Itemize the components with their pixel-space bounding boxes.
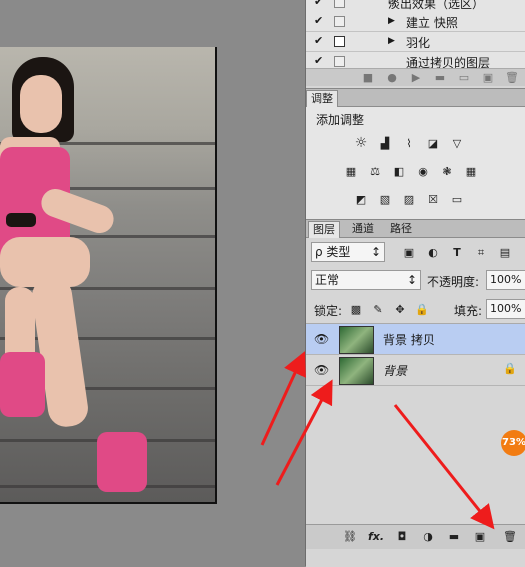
check-icon[interactable]: ✔	[314, 54, 323, 67]
shape-filter-icon[interactable]: ⌗	[473, 246, 489, 259]
lock-all-icon[interactable]: 🔒	[414, 303, 430, 316]
channel-mixer-icon[interactable]: ❃	[439, 165, 455, 178]
history-row[interactable]: ✔ ▶ 羽化	[306, 32, 525, 52]
color-lookup-icon[interactable]: ▦	[463, 165, 479, 178]
layer-row-background[interactable]: 👁 背景 🔒	[306, 355, 525, 386]
fill-input[interactable]: 100%	[486, 299, 525, 319]
adjust-title: 添加调整	[316, 113, 365, 127]
lock-position-icon[interactable]: ✥	[392, 303, 408, 316]
circle-icon[interactable]: ●	[384, 71, 400, 84]
levels-icon[interactable]: ▟	[377, 137, 393, 150]
lock-transparent-icon[interactable]: ▩	[348, 303, 364, 316]
selective-color-icon[interactable]: ☒	[425, 193, 441, 206]
photo-image	[0, 47, 217, 504]
threshold-icon[interactable]: ▨	[401, 193, 417, 206]
adjustment-filter-icon[interactable]: ◐	[425, 246, 441, 259]
check-icon[interactable]: ✔	[314, 0, 323, 8]
square-icon[interactable]: ■	[360, 71, 376, 84]
color-balance-icon[interactable]: ⚖	[367, 165, 383, 178]
visibility-eye-icon[interactable]: 👁	[314, 332, 329, 346]
history-label: 羽化	[406, 36, 431, 50]
layers-panel: 图层 通道 路径 ρ 类型 ↕ ▣ ◐ T ⌗ ▤ 正常 ↕ 不透明度: 100…	[306, 219, 525, 567]
layer-name[interactable]: 背景 拷贝	[383, 331, 435, 348]
history-toolbar: ■ ● ▶ ▬ ▭ ▣ 🗑	[306, 68, 525, 86]
pixel-filter-icon[interactable]: ▣	[401, 246, 417, 259]
lock-paint-icon[interactable]: ✎	[370, 303, 386, 316]
toggle-dialog-box[interactable]	[334, 16, 345, 27]
layer-row-background-copy[interactable]: 👁 背景 拷贝	[306, 324, 525, 355]
link-icon[interactable]: ⛓	[342, 530, 358, 543]
group-icon[interactable]: ▬	[446, 530, 462, 543]
chevron-updown-icon: ↕	[370, 245, 381, 259]
document-canvas[interactable]	[0, 0, 305, 566]
lock-label: 锁定:	[314, 304, 343, 318]
layers-footer: ⛓ fx. ◘ ◑ ▬ ▣ 🗑	[306, 524, 525, 549]
layer-filter-select[interactable]: ρ 类型 ↕	[311, 242, 385, 262]
toggle-dialog-box[interactable]	[334, 36, 345, 47]
fill-label: 填充:	[454, 304, 483, 318]
smart-object-filter-icon[interactable]: ▤	[497, 246, 513, 259]
history-row[interactable]: ✔ ▶ 建立 快照	[306, 12, 525, 32]
brightness-icon[interactable]: ☼	[353, 136, 369, 150]
toggle-dialog-box[interactable]	[334, 0, 345, 8]
mask-icon[interactable]: ◘	[394, 530, 410, 543]
check-icon[interactable]: ✔	[314, 14, 323, 27]
visibility-eye-icon[interactable]: 👁	[314, 363, 329, 377]
blend-mode-select[interactable]: 正常 ↕	[311, 270, 421, 290]
new-folder-icon[interactable]: ▭	[456, 71, 472, 84]
blend-mode-value: 正常	[315, 273, 340, 287]
history-label: 建立 快照	[406, 16, 458, 30]
gradient-map-icon[interactable]: ▭	[449, 193, 465, 206]
invert-icon[interactable]: ◩	[353, 193, 369, 206]
expand-arrow-icon[interactable]: ▶	[388, 16, 395, 26]
chevron-updown-icon: ↕	[406, 273, 417, 287]
opacity-input[interactable]: 100%	[486, 270, 525, 290]
trash-icon[interactable]: 🗑	[504, 71, 520, 84]
vibrance-icon[interactable]: ▽	[449, 137, 465, 150]
play-icon[interactable]: ▶	[408, 71, 424, 84]
curves-icon[interactable]: ⌇	[401, 137, 417, 150]
new-layer-icon[interactable]: ▣	[472, 530, 488, 543]
opacity-label: 不透明度:	[427, 275, 480, 289]
lock-icon: 🔒	[503, 362, 517, 375]
layer-thumbnail	[339, 357, 374, 385]
layer-list: 👁 背景 拷贝 👁 背景 🔒 73%	[306, 323, 525, 524]
check-icon[interactable]: ✔	[314, 34, 323, 47]
new-snapshot-icon[interactable]: ▣	[480, 71, 496, 84]
adjustment-icon[interactable]: ◑	[420, 530, 436, 543]
black-white-icon[interactable]: ◧	[391, 165, 407, 178]
tab-adjustments[interactable]: 调整	[306, 90, 338, 107]
type-filter-icon[interactable]: T	[449, 246, 465, 259]
adjustments-panel: 调整 添加调整 ☼ ▟ ⌇ ◪ ▽ ▦ ⚖ ◧ ◉ ❃ ▦ ◩ ▧ ▨ ☒ ▭	[306, 88, 525, 219]
hue-saturation-icon[interactable]: ▦	[343, 165, 359, 178]
exposure-icon[interactable]: ◪	[425, 137, 441, 150]
progress-badge: 73%	[501, 430, 525, 456]
expand-arrow-icon[interactable]: ▶	[388, 36, 395, 46]
delete-icon[interactable]: 🗑	[502, 530, 518, 543]
tab-channels[interactable]: 通道	[348, 221, 378, 237]
posterize-icon[interactable]: ▧	[377, 193, 393, 206]
tab-layers[interactable]: 图层	[308, 221, 340, 238]
folder-icon[interactable]: ▬	[432, 71, 448, 84]
history-panel: ✔ ⊟ 淡出效果（选区） ✔ ▶ 建立 快照 ✔ ▶ 羽化 ✔ 通过拷贝的图层 …	[306, 0, 525, 88]
history-label: 淡出效果（选区）	[388, 0, 485, 11]
layer-name[interactable]: 背景	[383, 362, 407, 379]
tab-paths[interactable]: 路径	[386, 221, 416, 237]
filter-label: ρ 类型	[315, 245, 351, 259]
toggle-dialog-box[interactable]	[334, 56, 345, 67]
layer-thumbnail	[339, 326, 374, 354]
photo-filter-icon[interactable]: ◉	[415, 165, 431, 178]
fx-icon[interactable]: fx.	[368, 530, 384, 543]
right-panel: ✔ ⊟ 淡出效果（选区） ✔ ▶ 建立 快照 ✔ ▶ 羽化 ✔ 通过拷贝的图层 …	[305, 0, 525, 567]
